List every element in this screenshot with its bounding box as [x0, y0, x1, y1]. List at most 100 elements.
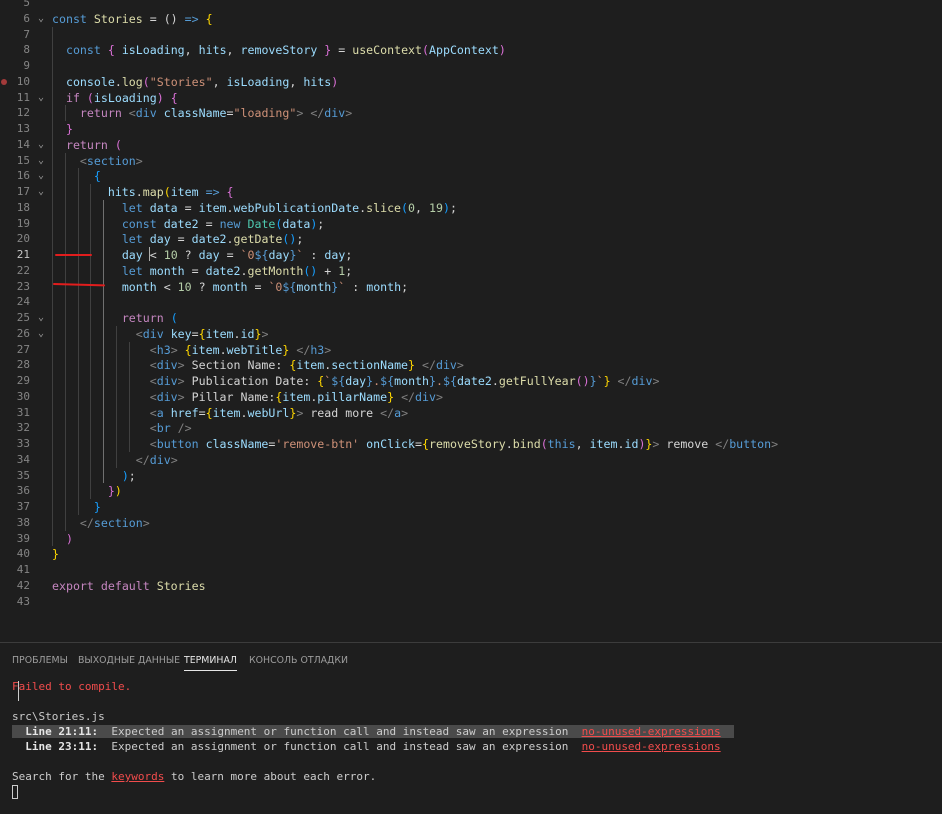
code-line[interactable]: 39 ): [0, 531, 942, 547]
line-number: 32: [16, 421, 30, 435]
line-number: 30: [16, 389, 30, 403]
fold-chevron-icon[interactable]: ⌄: [35, 184, 47, 200]
keywords-link[interactable]: keywords: [111, 770, 164, 783]
code-line[interactable]: 34 </div>: [0, 452, 942, 468]
code-line[interactable]: 16 ⌄ {: [0, 168, 942, 184]
code-line[interactable]: 26 ⌄ <div key={item.id}>: [0, 326, 942, 342]
code-line[interactable]: 40}: [0, 546, 942, 562]
fold-chevron-icon[interactable]: ⌄: [35, 310, 47, 326]
code-line[interactable]: 19 const date2 = new Date(data);: [0, 216, 942, 232]
code-line[interactable]: 12 return <div className="loading"> </di…: [0, 105, 942, 121]
line-number: 11: [16, 90, 30, 104]
code-line[interactable]: 35 );: [0, 468, 942, 484]
eslint-rule-link[interactable]: no-unused-expressions: [582, 740, 721, 753]
code-line[interactable]: 42 export default Stories: [0, 578, 942, 594]
line-number: 23: [16, 279, 30, 293]
code-text: export default Stories: [52, 578, 206, 593]
code-line[interactable]: 43: [0, 594, 942, 610]
code-line[interactable]: 33 <button className='remove-btn' onClic…: [0, 436, 942, 452]
breakpoint-icon[interactable]: [1, 78, 7, 85]
tab-problems[interactable]: ПРОБЛЕМЫ: [12, 655, 68, 666]
line-number: 17: [16, 185, 30, 198]
code-text: const Stories = () => {: [52, 11, 213, 26]
code-line[interactable]: 36 }): [0, 483, 942, 499]
code-line[interactable]: 7: [0, 27, 942, 43]
code-text: <div> Section Name: {item.sectionName} <…: [149, 358, 464, 373]
tab-output[interactable]: ВЫХОДНЫЕ ДАННЫЕ: [78, 655, 180, 666]
indent-guide: [77, 168, 79, 515]
terminal-hint: Search for the keywords to learn more ab…: [12, 769, 376, 784]
code-line[interactable]: 21 day < 10 ? day = `0${day}` : day;: [0, 247, 942, 263]
code-line[interactable]: 31 <a href={item.webUrl}> read more </a>: [0, 405, 942, 421]
code-line[interactable]: 38 </section>: [0, 515, 942, 531]
eslint-rule-link[interactable]: no-unused-expressions: [582, 725, 721, 738]
code-line[interactable]: 29 <div> Publication Date: {`${day}.${mo…: [0, 373, 942, 389]
line-number: 28: [16, 358, 30, 372]
error-location: Line 23:11:: [25, 740, 99, 753]
code-text: return (: [121, 311, 178, 325]
code-line[interactable]: 32 <br />: [0, 420, 942, 436]
line-number: 39: [16, 531, 30, 545]
fold-chevron-icon[interactable]: ⌄: [35, 153, 47, 169]
error-message: Expected an assignment or function call …: [111, 725, 569, 738]
code-line[interactable]: 18 let data = item.webPublicationDate.sl…: [0, 200, 942, 216]
line-number: 7: [23, 27, 30, 41]
indent-guide: [90, 184, 92, 499]
code-editor[interactable]: 5 6 ⌄ const Stories = () => { 7 8 const { isL…: [0, 0, 942, 642]
code-text: <button className='remove-btn' onClick={…: [149, 437, 779, 451]
line-number: 14: [16, 137, 30, 151]
code-line[interactable]: 30 <div> Pillar Name:{item.pillarName} <…: [0, 389, 942, 405]
code-text: return (: [65, 137, 122, 152]
line-number: 31: [16, 405, 30, 419]
code-line[interactable]: 27 <h3> {item.webTitle} </h3>: [0, 342, 942, 358]
line-number: 42: [16, 578, 30, 592]
tab-debug-console[interactable]: КОНСОЛЬ ОТЛАДКИ: [249, 655, 348, 666]
code-line[interactable]: 20 let day = date2.getDate();: [0, 231, 942, 247]
code-line[interactable]: 9: [0, 58, 942, 74]
code-text: day < 10 ? day = `0${day}` : day;: [121, 247, 353, 262]
code-text: {: [93, 169, 101, 184]
code-line[interactable]: 5: [0, 0, 942, 11]
vscode-window: 5 6 ⌄ const Stories = () => { 7 8 const { isL…: [0, 0, 942, 814]
code-line[interactable]: 13 }: [0, 121, 942, 137]
tab-terminal[interactable]: ТЕРМИНАЛ: [184, 655, 237, 671]
code-line[interactable]: 37 }: [0, 499, 942, 515]
fold-chevron-icon[interactable]: ⌄: [35, 326, 47, 342]
fold-chevron-icon[interactable]: ⌄: [35, 168, 47, 184]
code-text: const { isLoading, hits, removeStory } =…: [65, 43, 506, 58]
fold-chevron-icon[interactable]: ⌄: [35, 90, 47, 106]
code-line[interactable]: 24: [0, 294, 942, 310]
code-text: let month = date2.getMonth() + 1;: [121, 263, 353, 278]
code-text: if (isLoading) {: [65, 90, 178, 105]
line-number: 26: [16, 326, 30, 340]
line-number: 37: [16, 500, 30, 513]
error-line-2: Line 23:11: Expected an assignment or fu…: [12, 739, 721, 754]
line-number: 38: [16, 515, 30, 529]
code-line[interactable]: 41: [0, 562, 942, 578]
code-line[interactable]: 17 ⌄ hits.map(item => {: [0, 184, 942, 200]
line-number: 21: [16, 248, 30, 261]
code-text: const date2 = new Date(data);: [121, 216, 325, 231]
fold-chevron-icon[interactable]: ⌄: [35, 11, 47, 27]
indent-guide: [128, 341, 130, 452]
code-text: }: [52, 547, 59, 562]
code-line[interactable]: 15 ⌄ <section>: [0, 153, 942, 169]
code-text: <div key={item.id}>: [135, 326, 269, 341]
panel-tab-bar: ПРОБЛЕМЫ ВЫХОДНЫЕ ДАННЫЕ ТЕРМИНАЛ КОНСОЛ…: [0, 643, 942, 679]
fold-chevron-icon[interactable]: ⌄: [35, 137, 47, 153]
code-line[interactable]: 25 ⌄ return (: [0, 310, 942, 326]
code-line[interactable]: 10 console.log("Stories", isLoading, hit…: [0, 74, 942, 90]
error-message: Expected an assignment or function call …: [111, 740, 569, 753]
code-line[interactable]: 28 <div> Section Name: {item.sectionName…: [0, 357, 942, 373]
code-line[interactable]: 14 ⌄ return (: [0, 137, 942, 153]
code-line[interactable]: 23 month < 10 ? month = `0${month}` : mo…: [0, 279, 942, 295]
code-line[interactable]: 22 let month = date2.getMonth() + 1;: [0, 263, 942, 279]
line-number: 15: [16, 153, 30, 167]
code-line[interactable]: 11 ⌄ if (isLoading) {: [0, 90, 942, 106]
code-line[interactable]: 8 const { isLoading, hits, removeStory }…: [0, 42, 942, 58]
line-number: 6: [23, 11, 30, 25]
code-text: <a href={item.webUrl}> read more </a>: [149, 405, 409, 420]
code-line[interactable]: 6 ⌄ const Stories = () => {: [0, 11, 942, 27]
line-number: 34: [16, 452, 30, 466]
line-number: 9: [23, 59, 30, 72]
